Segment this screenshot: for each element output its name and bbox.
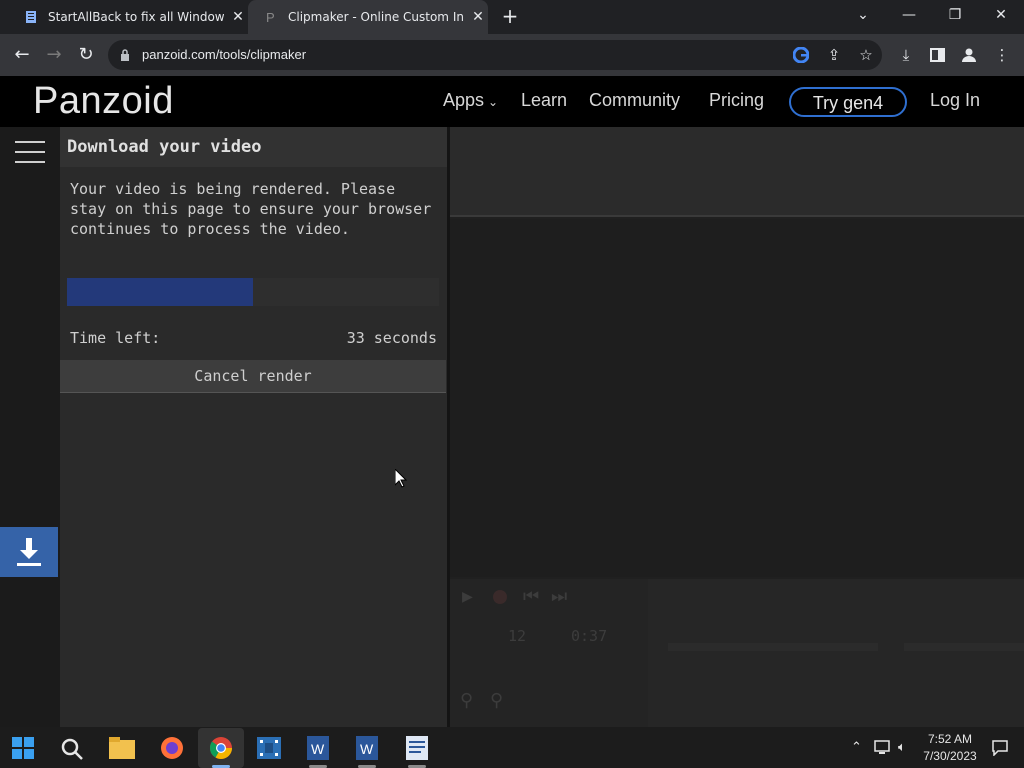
editor-top-area (450, 127, 1024, 217)
panzoid-logo[interactable]: Panzoid (33, 80, 174, 123)
left-rail (0, 127, 60, 727)
reload-icon[interactable]: ↻ (75, 44, 97, 66)
track-bar (668, 643, 878, 651)
download-icon[interactable]: ⤓ (896, 45, 916, 65)
hamburger-menu-icon[interactable] (15, 141, 45, 163)
tab-search-icon[interactable]: ⌄ (840, 0, 886, 30)
document-icon (26, 11, 36, 23)
mouse-cursor-icon (395, 469, 407, 488)
system-clock[interactable]: 7:52 AM 7/30/2023 (918, 731, 982, 765)
url-text[interactable]: panzoid.com/tools/clipmaker (142, 47, 306, 62)
word-document-icon[interactable]: W (307, 736, 329, 760)
time-counter: 0:37 (571, 627, 608, 645)
login-link[interactable]: Log In (930, 90, 980, 111)
windows-start-icon[interactable] (12, 737, 34, 759)
google-icon[interactable] (793, 47, 809, 63)
time-left-value: 33 seconds (346, 329, 437, 347)
zoom-in-icon[interactable]: ⚲ (490, 690, 503, 711)
chrome-icon[interactable] (209, 736, 233, 760)
close-tab-icon[interactable]: ✕ (470, 9, 486, 25)
profile-icon[interactable] (961, 47, 977, 63)
panel-title: Download your video (67, 137, 262, 157)
clock-date: 7/30/2023 (923, 749, 977, 763)
side-panel-icon[interactable] (930, 48, 945, 62)
close-window-icon[interactable]: ✕ (978, 0, 1024, 30)
chevron-down-icon: ⌄ (488, 95, 499, 109)
star-icon[interactable]: ☆ (856, 45, 876, 65)
tab-startallback[interactable]: StartAllBack to fix all Windows 11 ✕ (8, 0, 248, 34)
try-gen4-button[interactable]: Try gen4 (789, 87, 907, 117)
nav-learn[interactable]: Learn (521, 90, 567, 111)
close-tab-icon[interactable]: ✕ (230, 9, 246, 25)
download-panel-button[interactable] (0, 527, 58, 577)
video-editor-icon[interactable] (257, 737, 281, 759)
svg-text:P: P (266, 10, 275, 24)
forward-arrow-icon[interactable]: → (43, 44, 65, 66)
tab-title: Clipmaker - Online Custom Intro (288, 10, 464, 24)
preview-canvas (450, 219, 1024, 577)
zoom-out-icon[interactable]: ⚲ (460, 690, 473, 711)
tab-clipmaker[interactable]: P Clipmaker - Online Custom Intro ✕ (248, 0, 488, 34)
nav-apps[interactable]: Apps ⌄ (443, 90, 498, 111)
word-document-icon[interactable]: W (356, 736, 378, 760)
network-icon[interactable] (874, 740, 892, 755)
clock-time: 7:52 AM (927, 732, 973, 746)
svg-text:W: W (311, 741, 325, 757)
record-icon[interactable] (493, 590, 507, 604)
render-message: Your video is being rendered. Please sta… (70, 180, 432, 238)
cancel-render-button[interactable]: Cancel render (60, 360, 446, 393)
lock-icon[interactable] (120, 49, 130, 61)
search-icon[interactable] (60, 737, 84, 761)
panzoid-favicon-icon: P (266, 10, 275, 24)
timeline-controls (450, 579, 648, 727)
notepad-icon[interactable] (406, 736, 428, 760)
chevron-up-icon[interactable]: ⌃ (851, 740, 862, 755)
play-icon[interactable]: ▶ (462, 586, 473, 607)
share-icon[interactable]: ⇪ (824, 45, 844, 65)
tab-title: StartAllBack to fix all Windows 11 (48, 10, 224, 24)
frame-counter: 12 (508, 627, 527, 645)
restore-icon[interactable]: ❐ (932, 0, 978, 30)
skip-forward-icon[interactable]: ⏭ (551, 586, 567, 607)
new-tab-icon[interactable]: + (500, 6, 520, 26)
notification-icon[interactable] (992, 740, 1008, 756)
file-explorer-icon[interactable] (109, 737, 135, 759)
kebab-menu-icon[interactable]: ⋮ (992, 45, 1012, 65)
render-progress-fill (67, 278, 253, 306)
volume-icon[interactable]: 🔈︎ (898, 740, 906, 755)
download-arrow-icon (17, 538, 41, 566)
svg-text:W: W (360, 741, 374, 757)
minimize-icon[interactable]: — (886, 0, 932, 30)
nav-apps-label: Apps (443, 90, 485, 110)
taskbar (0, 727, 1024, 768)
nav-community[interactable]: Community (589, 90, 680, 111)
track-bar (904, 643, 1024, 651)
nav-pricing[interactable]: Pricing (709, 90, 764, 111)
skip-back-icon[interactable]: ⏮ (523, 586, 539, 607)
firefox-icon[interactable] (160, 736, 184, 760)
time-left-label: Time left: (70, 329, 161, 347)
back-arrow-icon[interactable]: ← (11, 44, 33, 66)
